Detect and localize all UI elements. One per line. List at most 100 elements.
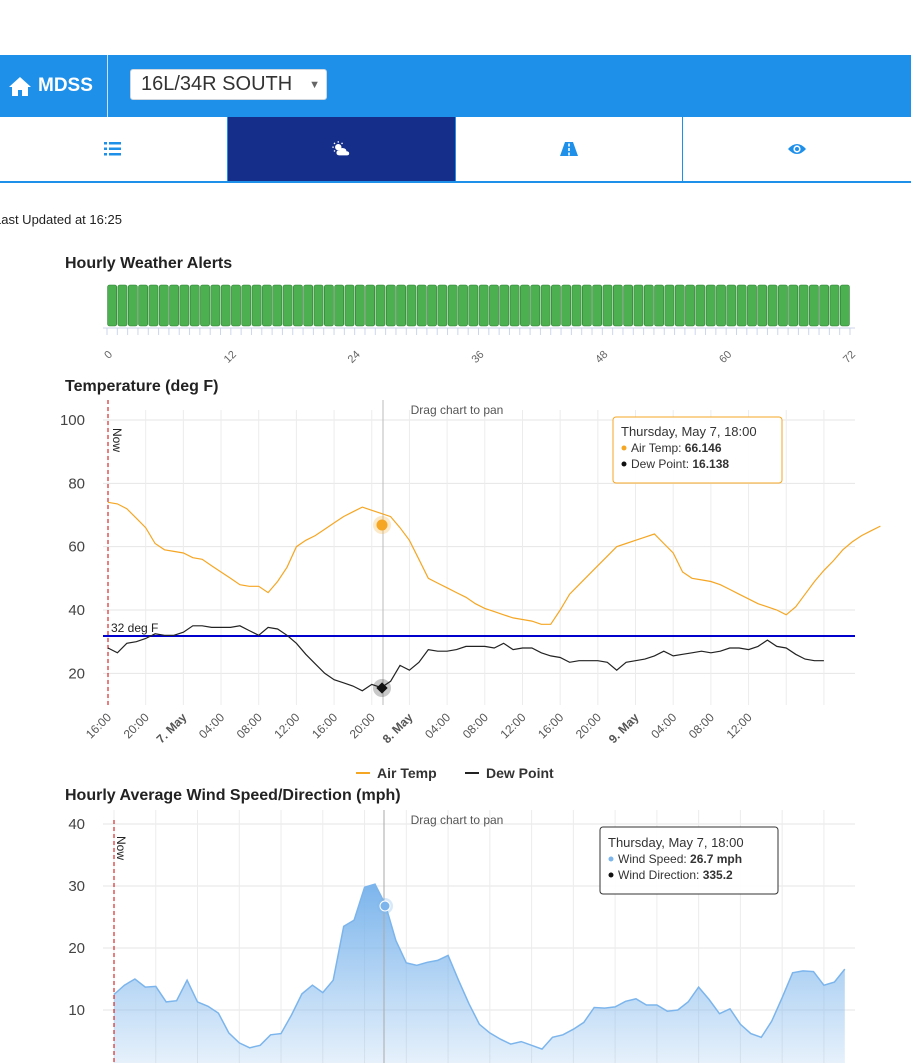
alert-hour-box[interactable]	[365, 284, 376, 327]
alert-hour-box[interactable]	[778, 284, 788, 327]
alert-hour-box[interactable]	[716, 284, 726, 327]
alert-hour-box[interactable]	[169, 284, 179, 327]
alert-hour-box[interactable]	[127, 284, 138, 327]
alert-hour-box[interactable]	[344, 284, 355, 327]
wind-speed-tooltip-label: Wind Speed:	[618, 852, 690, 866]
alert-hour-box[interactable]	[272, 284, 283, 327]
dew-point-tooltip-value: 16.138	[692, 457, 729, 471]
alert-hour-box[interactable]	[643, 284, 654, 327]
alert-hour-box[interactable]	[282, 284, 293, 327]
alert-hour-box[interactable]	[551, 284, 561, 327]
wind-chart[interactable]: 10 20 30 40 Drag chart to pan Now Thursday,…	[0, 810, 911, 1063]
alert-hour-box[interactable]	[117, 284, 128, 327]
alert-hour-box[interactable]	[736, 284, 747, 327]
alert-hour-box[interactable]	[623, 284, 633, 327]
temperature-x-label: 04:00	[422, 710, 453, 741]
alert-hour-box[interactable]	[602, 284, 613, 327]
alert-hour-box[interactable]	[396, 284, 406, 327]
legend-item-air-temp[interactable]: Air Temp	[356, 765, 437, 781]
alert-hour-box[interactable]	[705, 284, 716, 327]
tab-bar	[0, 117, 911, 183]
alert-hour-box[interactable]	[489, 284, 499, 327]
alert-hour-box[interactable]	[262, 284, 272, 327]
alert-hour-box[interactable]	[674, 284, 685, 327]
alert-hour-box[interactable]	[499, 284, 510, 327]
segment-select[interactable]: 16L/34R SOUTH ▼	[130, 69, 327, 100]
alert-hour-box[interactable]	[416, 284, 427, 327]
alert-hour-box[interactable]	[561, 284, 572, 327]
air-temp-tooltip-label: Air Temp:	[631, 441, 685, 455]
alert-hour-box[interactable]	[385, 284, 396, 327]
alert-hour-box[interactable]	[839, 284, 850, 327]
alert-hour-box[interactable]	[592, 284, 603, 327]
alert-hour-box[interactable]	[798, 284, 809, 327]
alert-hour-box[interactable]	[654, 284, 664, 327]
legend-item-dew-point[interactable]: Dew Point	[465, 765, 554, 781]
air-temp-tooltip-marker	[621, 445, 627, 451]
temperature-chart[interactable]: 20 40 60 80 100 Drag chart to pan Now 32 deg…	[0, 400, 911, 790]
alert-hour-box[interactable]	[581, 284, 592, 327]
alert-hour-box[interactable]	[406, 284, 417, 327]
alert-hour-box[interactable]	[829, 284, 840, 327]
alert-hour-box[interactable]	[158, 284, 169, 327]
dew-point-tooltip-row: Dew Point: 16.138	[631, 457, 729, 471]
alert-hour-box[interactable]	[148, 284, 159, 327]
alert-hour-box[interactable]	[200, 284, 210, 327]
alert-hour-box[interactable]	[685, 284, 695, 327]
alert-hour-box[interactable]	[819, 284, 830, 327]
alert-axis-label: 36	[469, 349, 486, 366]
alert-hour-box[interactable]	[179, 284, 190, 327]
alert-hour-box[interactable]	[427, 284, 437, 327]
alert-hour-box[interactable]	[747, 284, 757, 327]
alert-hour-box[interactable]	[458, 284, 468, 327]
alert-hour-box[interactable]	[612, 284, 623, 327]
wind-now-label: Now	[114, 836, 128, 860]
alert-hour-box[interactable]	[303, 284, 314, 327]
tab-road[interactable]	[455, 117, 684, 181]
alert-hour-box[interactable]	[809, 284, 819, 327]
alert-hour-box[interactable]	[478, 284, 489, 327]
wind-direction-tooltip-value: 335.2	[703, 868, 733, 882]
temperature-x-label: 04:00	[648, 710, 679, 741]
alert-hour-box[interactable]	[767, 284, 778, 327]
alert-hour-box[interactable]	[293, 284, 303, 327]
tab-weather[interactable]	[227, 117, 456, 181]
alert-hour-box[interactable]	[324, 284, 334, 327]
alert-hour-box[interactable]	[540, 284, 551, 327]
alert-hour-box[interactable]	[210, 284, 221, 327]
alert-hour-box[interactable]	[313, 284, 324, 327]
alert-hour-box[interactable]	[375, 284, 386, 327]
temperature-x-label: 20:00	[573, 710, 604, 741]
alert-hour-box[interactable]	[334, 284, 345, 327]
alert-hour-box[interactable]	[189, 284, 200, 327]
tab-list[interactable]	[0, 117, 228, 181]
alert-hour-box[interactable]	[726, 284, 737, 327]
alert-hour-box[interactable]	[788, 284, 799, 327]
temperature-x-label: 16:00	[309, 710, 340, 741]
alert-hour-box[interactable]	[664, 284, 675, 327]
alert-hour-box[interactable]	[231, 284, 241, 327]
alert-hour-box[interactable]	[220, 284, 231, 327]
alert-hour-box[interactable]	[138, 284, 148, 327]
alert-hour-box[interactable]	[437, 284, 448, 327]
tab-view[interactable]	[683, 117, 911, 181]
dew-point-tooltip-label: Dew Point:	[631, 457, 692, 471]
temperature-x-label: 20:00	[347, 710, 378, 741]
alert-hour-box[interactable]	[571, 284, 582, 327]
alert-hour-box[interactable]	[695, 284, 706, 327]
alert-hour-box[interactable]	[530, 284, 541, 327]
alert-hour-box[interactable]	[447, 284, 458, 327]
home-link[interactable]: MDSS	[0, 55, 108, 117]
alert-hour-box[interactable]	[241, 284, 252, 327]
alert-hour-box[interactable]	[520, 284, 530, 327]
temperature-x-label: 16:00	[535, 710, 566, 741]
wind-direction-tooltip-row: Wind Direction: 335.2	[618, 868, 733, 882]
alert-hour-box[interactable]	[757, 284, 768, 327]
alert-hour-box[interactable]	[509, 284, 520, 327]
alert-hour-box[interactable]	[251, 284, 262, 327]
alert-hour-box[interactable]	[633, 284, 644, 327]
alert-hour-box[interactable]	[107, 284, 118, 327]
alert-hour-box[interactable]	[354, 284, 365, 327]
alert-hour-box[interactable]	[468, 284, 479, 327]
dew-point-tooltip-marker	[621, 461, 627, 467]
